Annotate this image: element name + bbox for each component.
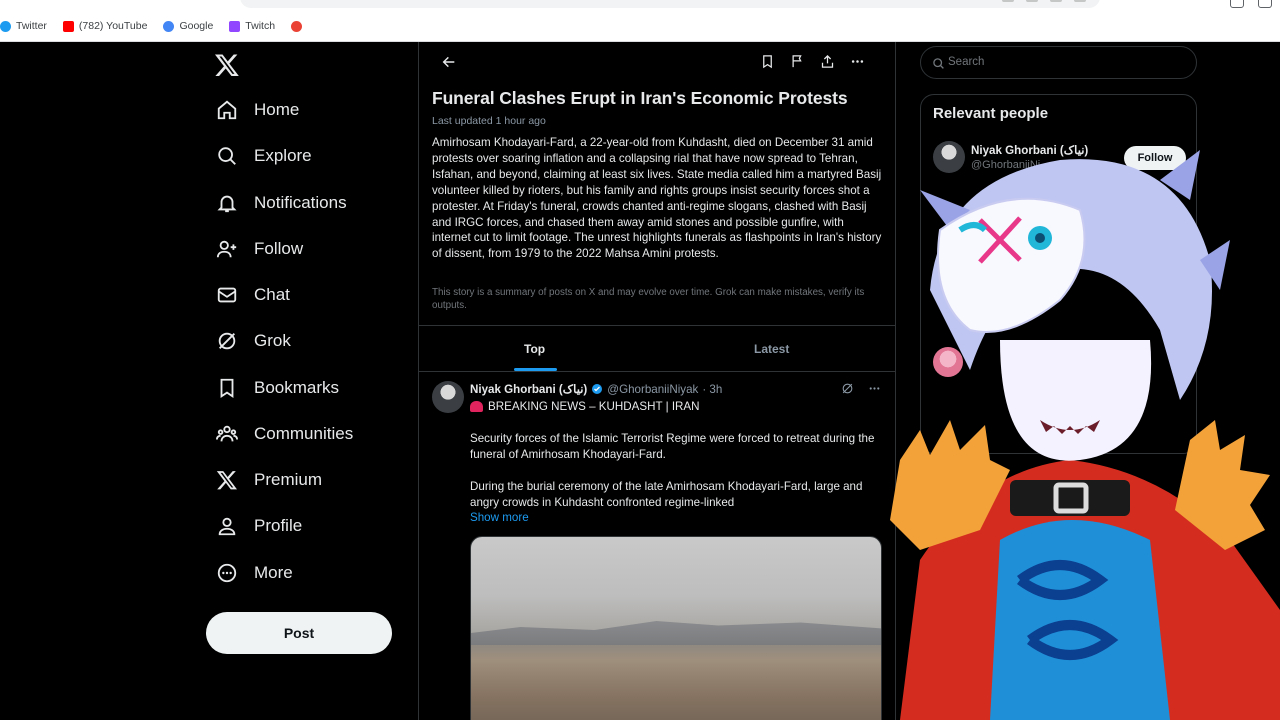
x-logo-icon[interactable] <box>214 52 240 78</box>
x-icon <box>216 471 237 490</box>
tweet[interactable]: Niyak Ghorbani (نیاک) @GhorbaniiNiyak · … <box>419 373 895 720</box>
address-bar[interactable] <box>240 0 1100 8</box>
flag-icon[interactable] <box>790 54 805 69</box>
nav-label-more: More <box>254 563 293 582</box>
story-toolbar <box>431 54 883 74</box>
share-icon[interactable] <box>820 54 835 69</box>
bell-icon <box>217 195 237 213</box>
story-headline: Funeral Clashes Erupt in Iran's Economic… <box>432 88 848 108</box>
window-controls[interactable] <box>1230 0 1272 8</box>
story-updated: Last updated 1 hour ago <box>432 115 546 127</box>
nav-bookmarks[interactable]: Bookmarks <box>216 374 339 402</box>
nav-communities[interactable]: Communities <box>216 420 353 448</box>
mail-icon <box>217 287 237 303</box>
search-icon <box>218 147 236 165</box>
vtuber-character-overlay <box>890 150 1280 720</box>
relevant-people-title: Relevant people <box>933 105 1049 122</box>
more-circle-icon <box>217 563 237 583</box>
show-more-link[interactable]: Show more <box>470 511 529 524</box>
bookmark-twitter[interactable]: Twitter <box>0 20 47 32</box>
left-navigation: Home Explore Notifications Follow Chat G… <box>206 42 418 720</box>
nav-more[interactable]: More <box>216 559 293 587</box>
person-plus-icon <box>216 240 237 258</box>
more-dots-icon[interactable] <box>850 54 865 69</box>
bookmark-youtube[interactable]: (782) YouTube <box>62 20 147 32</box>
nav-label-premium: Premium <box>254 470 323 489</box>
nav-label-grok: Grok <box>254 331 291 350</box>
nav-premium[interactable]: Premium <box>216 466 322 494</box>
tab-bar: Top Latest <box>419 326 895 372</box>
bookmark-icon <box>220 378 234 398</box>
bookmark-google-2[interactable] <box>291 20 303 32</box>
tweet-text: During the burial ceremony of the late A… <box>470 480 863 509</box>
tweet-author-name[interactable]: Niyak Ghorbani (نیاک) <box>470 382 587 396</box>
home-icon <box>217 100 237 120</box>
grok-icon <box>218 332 236 350</box>
tweet-author-handle[interactable]: @GhorbaniiNiyak <box>607 383 698 396</box>
nav-label-follow: Follow <box>254 239 304 258</box>
profile-icon <box>218 517 236 536</box>
story-disclaimer: This story is a summary of posts on X an… <box>432 287 865 311</box>
youtube-favicon-icon <box>62 20 74 32</box>
tab-latest[interactable]: Latest <box>754 342 789 356</box>
nav-chat[interactable]: Chat <box>216 281 290 309</box>
nav-notifications[interactable]: Notifications <box>216 189 347 217</box>
tweet-media[interactable] <box>470 536 882 720</box>
twitch-favicon-icon <box>229 20 241 32</box>
nav-follow[interactable]: Follow <box>216 235 303 263</box>
nav-profile[interactable]: Profile <box>216 512 302 540</box>
search-input[interactable]: Search <box>920 46 1197 79</box>
nav-label-profile: Profile <box>254 516 303 535</box>
post-button[interactable]: Post <box>206 612 392 654</box>
main-column: Funeral Clashes Erupt in Iran's Economic… <box>419 42 895 720</box>
bookmark-twitch[interactable]: Twitch <box>229 20 275 32</box>
story-actions <box>760 54 865 69</box>
search-placeholder: Search <box>948 56 985 68</box>
bookmarks-bar: Twitter (782) YouTube Google Twitch <box>0 17 303 35</box>
nav-label-bookmarks: Bookmarks <box>254 378 340 397</box>
nav-grok[interactable]: Grok <box>216 327 291 355</box>
nav-label-explore: Explore <box>254 146 312 165</box>
search-icon <box>933 58 944 69</box>
address-bar-icons <box>1002 0 1086 2</box>
nav-label-notifications: Notifications <box>254 193 347 212</box>
google-favicon-icon <box>291 20 303 32</box>
communities-icon <box>216 425 238 442</box>
tweet-text: Security forces of the Islamic Terrorist… <box>470 432 875 461</box>
twitter-favicon-icon <box>0 20 11 32</box>
nav-home[interactable]: Home <box>216 96 299 124</box>
verified-badge-icon <box>592 384 603 394</box>
bookmark-google[interactable]: Google <box>163 20 213 32</box>
tweet-timestamp[interactable]: · 3h <box>702 383 722 396</box>
nav-label-chat: Chat <box>254 285 290 304</box>
back-arrow-icon[interactable] <box>441 54 457 70</box>
active-tab-indicator <box>514 368 557 371</box>
siren-emoji-icon <box>470 401 483 412</box>
nav-label-communities: Communities <box>254 424 354 443</box>
google-favicon-icon <box>163 20 175 32</box>
nav-explore[interactable]: Explore <box>216 142 312 170</box>
nav-label-home: Home <box>254 100 300 119</box>
avatar[interactable] <box>432 381 464 413</box>
tweet-headline-text: BREAKING NEWS – KUHDASHT | IRAN <box>488 400 700 413</box>
grok-icon[interactable] <box>841 382 854 395</box>
story-summary: Amirhosam Khodayari-Fard, a 22-year-old … <box>432 136 882 261</box>
tab-top[interactable]: Top <box>524 342 545 356</box>
tweet-header: Niyak Ghorbani (نیاک) @GhorbaniiNiyak · … <box>470 382 722 397</box>
bookmark-icon[interactable] <box>760 54 775 69</box>
media-landscape <box>471 621 881 645</box>
tweet-headline: BREAKING NEWS – KUHDASHT | IRAN <box>470 400 700 413</box>
browser-chrome: Twitter (782) YouTube Google Twitch <box>0 0 1280 42</box>
